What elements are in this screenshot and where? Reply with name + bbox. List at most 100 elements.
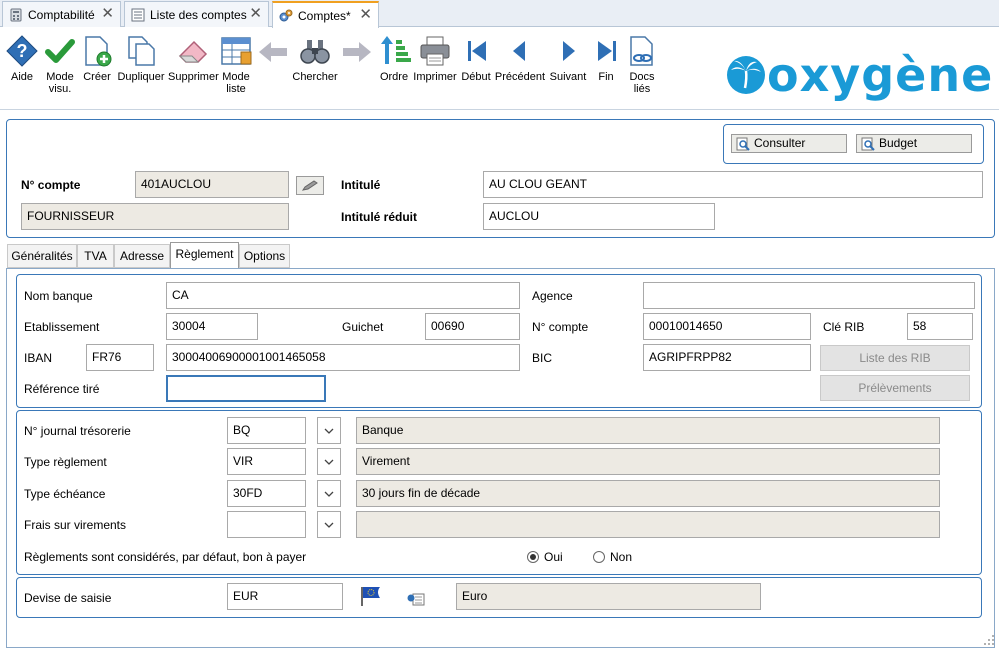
tab-reglement[interactable]: Règlement: [170, 242, 239, 268]
type-reglement-code-field[interactable]: VIR: [227, 448, 306, 475]
type-reglement-dropdown[interactable]: [317, 448, 341, 475]
tab-liste-des-comptes[interactable]: Liste des comptes ✕: [124, 1, 269, 27]
brand-logo: oxygène: [725, 50, 993, 100]
ordre-button[interactable]: Ordre: [378, 34, 411, 83]
agence-field[interactable]: [643, 282, 975, 309]
binoculars-icon: [300, 40, 330, 64]
tab-adresse[interactable]: Adresse: [114, 244, 170, 268]
frais-dropdown[interactable]: [317, 511, 341, 538]
previous-arrow-button[interactable]: [256, 40, 290, 67]
liste-des-rib-button[interactable]: Liste des RIB: [820, 345, 970, 371]
magnifier-icon: [736, 137, 750, 151]
frais-code-field[interactable]: [227, 511, 306, 538]
pencil-icon: [301, 179, 318, 191]
reference-tire-label: Référence tiré: [24, 382, 100, 396]
tab-comptes[interactable]: Comptes* ✕: [272, 1, 379, 28]
chevron-down-icon: [324, 522, 334, 528]
guichet-label: Guichet: [342, 320, 384, 334]
logo-text: oxygène: [767, 48, 994, 102]
printer-icon: [420, 36, 450, 66]
supprimer-button[interactable]: Supprimer: [168, 34, 219, 83]
guichet-field[interactable]: 00690: [425, 313, 520, 340]
close-icon[interactable]: ✕: [249, 6, 262, 21]
account-header-panel: Consulter Budget N° compte 401AUCLOU FOU…: [6, 119, 995, 238]
journal-dropdown[interactable]: [317, 417, 341, 444]
bic-field[interactable]: AGRIPFRPP82: [643, 344, 811, 371]
eraser-icon: [178, 40, 208, 63]
frais-label: Frais sur virements: [24, 518, 127, 532]
chevron-down-icon: [324, 491, 334, 497]
intitule-label: Intitulé: [341, 178, 381, 192]
arrow-right-icon: [343, 42, 371, 62]
mode-visu-button[interactable]: Mode visu.: [42, 34, 78, 95]
mode-liste-button[interactable]: Mode liste: [218, 34, 254, 95]
radio-non[interactable]: Non: [593, 550, 632, 564]
intitule-reduit-field[interactable]: AUCLOU: [483, 203, 715, 230]
nom-banque-field[interactable]: CA: [166, 282, 520, 309]
sort-icon: [381, 36, 411, 64]
tab-options[interactable]: Options: [239, 244, 290, 268]
type-reglement-desc-field: Virement: [356, 448, 940, 475]
arrow-left-icon: [259, 42, 287, 62]
etablissement-label: Etablissement: [24, 320, 100, 334]
edit-account-button[interactable]: [296, 176, 324, 195]
list-icon: [131, 8, 145, 22]
n-compte-label: N° compte: [21, 178, 81, 192]
eu-flag-icon: [361, 587, 380, 606]
cle-rib-field[interactable]: 58: [907, 313, 973, 340]
chercher-button[interactable]: Chercher: [292, 34, 338, 83]
svg-text:?: ?: [17, 41, 28, 61]
etablissement-field[interactable]: 30004: [166, 313, 258, 340]
last-record-icon: [598, 41, 616, 61]
tab-tva[interactable]: TVA: [77, 244, 114, 268]
creer-button[interactable]: Créer: [80, 34, 114, 83]
linked-documents-icon: [630, 36, 653, 66]
magnifier-icon: [861, 137, 875, 151]
journal-label: N° journal trésorerie: [24, 424, 131, 438]
dupliquer-button[interactable]: Dupliquer: [116, 34, 166, 83]
n-compte-bank-field[interactable]: 00010014650: [643, 313, 811, 340]
fin-button[interactable]: Fin: [590, 34, 622, 83]
agence-label: Agence: [532, 289, 573, 303]
chevron-down-icon: [324, 459, 334, 465]
currency-detail-icon[interactable]: [407, 592, 425, 606]
duplicate-icon: [128, 36, 155, 66]
resize-grip-icon[interactable]: [983, 634, 995, 646]
debut-button[interactable]: Début: [460, 34, 492, 83]
document-tab-strip: Comptabilité ✕ Liste des comptes ✕ Compt…: [0, 0, 999, 28]
tab-comptabilite[interactable]: Comptabilité ✕: [2, 1, 121, 27]
account-type-field[interactable]: FOURNISSEUR: [21, 203, 289, 230]
close-icon[interactable]: ✕: [101, 6, 114, 21]
close-icon[interactable]: ✕: [359, 7, 372, 22]
type-echeance-code-field[interactable]: 30FD: [227, 480, 306, 507]
chevron-down-icon: [324, 428, 334, 434]
devise-desc-field: Euro: [456, 583, 761, 610]
currency-panel: Devise de saisie EUR Euro: [16, 577, 982, 618]
n-compte-bank-label: N° compte: [532, 320, 589, 334]
prelevements-button[interactable]: Prélèvements: [820, 375, 970, 401]
aide-button[interactable]: ? Aide: [4, 34, 40, 83]
next-arrow-button[interactable]: [340, 40, 374, 67]
radio-oui[interactable]: Oui: [527, 550, 563, 564]
iban-label: IBAN: [24, 351, 53, 365]
intitule-reduit-label: Intitulé réduit: [341, 210, 417, 224]
radio-circle: [527, 551, 539, 563]
precedent-button[interactable]: Précédent: [494, 34, 546, 83]
n-compte-field[interactable]: 401AUCLOU: [135, 171, 289, 198]
suivant-button[interactable]: Suivant: [548, 34, 588, 83]
journal-code-field[interactable]: BQ: [227, 417, 306, 444]
frais-desc-field: [356, 511, 940, 538]
payment-settings-panel: N° journal trésorerie BQ Banque Type règ…: [16, 410, 982, 575]
checkmark-icon: [45, 39, 75, 63]
imprimer-button[interactable]: Imprimer: [412, 34, 458, 83]
budget-button[interactable]: Budget: [856, 134, 972, 153]
iban-field[interactable]: 30004006900001001465058: [166, 344, 520, 371]
docs-lies-button[interactable]: Docs liés: [624, 34, 660, 95]
reference-tire-field[interactable]: [166, 375, 326, 402]
intitule-field[interactable]: AU CLOU GEANT: [483, 171, 983, 198]
consulter-button[interactable]: Consulter: [731, 134, 847, 153]
iban-prefix-field[interactable]: FR76: [86, 344, 154, 371]
type-echeance-dropdown[interactable]: [317, 480, 341, 507]
tab-generalites[interactable]: Généralités: [7, 244, 77, 268]
devise-code-field[interactable]: EUR: [227, 583, 343, 610]
